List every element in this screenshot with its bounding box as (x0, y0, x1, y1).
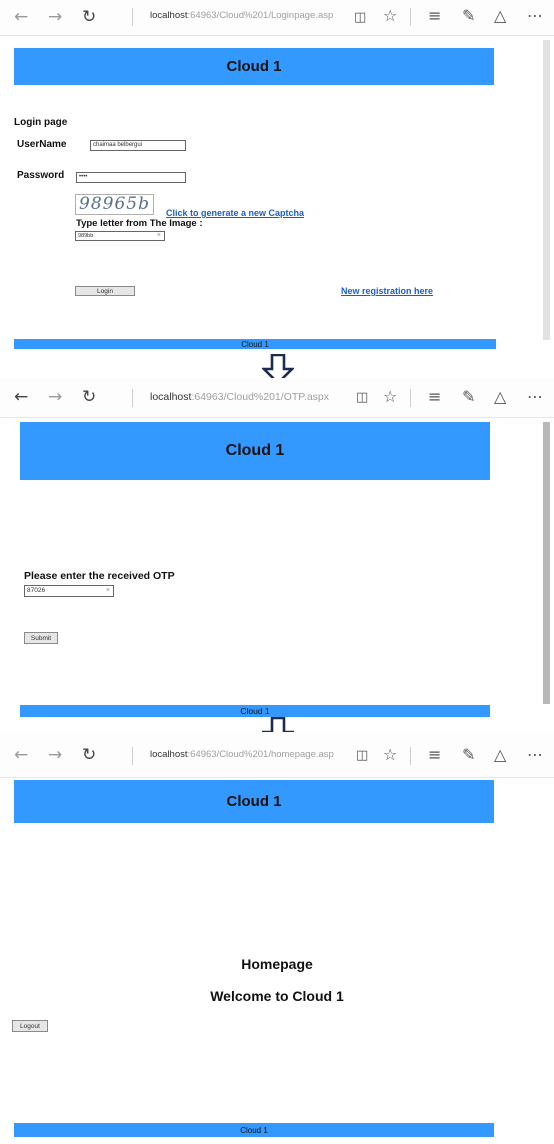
browser-toolbar: ← → ↻ localhost:64963/Cloud%201/Loginpag… (0, 0, 554, 36)
url-path: :64963/Cloud%201/Loginpage.asp (187, 10, 334, 21)
username-label: UserName (17, 139, 67, 150)
refresh-icon[interactable]: ↻ (82, 746, 96, 764)
address-bar[interactable]: localhost:64963/Cloud%201/OTP.aspx (150, 391, 329, 403)
toolbar-divider (410, 389, 411, 407)
captcha-input[interactable]: 989bb × (75, 231, 165, 241)
share-icon[interactable]: △ (494, 746, 506, 764)
pen-note-icon[interactable]: ✎ (462, 746, 475, 764)
logout-button[interactable]: Logout (12, 1020, 48, 1032)
login-screenshot: ← → ↻ localhost:64963/Cloud%201/Loginpag… (0, 0, 554, 356)
homepage-screenshot: ← → ↻ localhost:64963/Cloud%201/homepage… (0, 732, 554, 1144)
page-title: Login page (14, 117, 68, 128)
book-icon[interactable]: ◫ (356, 747, 368, 765)
back-icon[interactable]: ← (14, 388, 28, 406)
clear-icon[interactable]: × (157, 232, 161, 240)
url-host: localhost (150, 391, 192, 403)
regenerate-captcha-link[interactable]: Click to generate a new Captcha (166, 208, 304, 218)
password-label: Password (17, 170, 65, 181)
ellipsis-icon[interactable]: ⋯ (527, 746, 543, 764)
otp-screenshot: ← → ↻ localhost:64963/Cloud%201/OTP.aspx… (0, 378, 554, 718)
toolbar-divider (410, 8, 411, 26)
footer-bar: Cloud 1 (14, 1123, 494, 1137)
otp-input[interactable]: 87026 × (24, 585, 114, 597)
pen-note-icon[interactable]: ✎ (462, 388, 475, 406)
submit-button[interactable]: Submit (24, 632, 58, 644)
scrollbar[interactable] (543, 40, 550, 340)
homepage-heading: Homepage (241, 956, 313, 972)
back-icon[interactable]: ← (14, 8, 28, 26)
username-input[interactable]: chaimaa belbergui (90, 140, 186, 151)
hub-icon[interactable]: ≡ (428, 388, 441, 406)
star-icon[interactable]: ☆ (383, 7, 397, 25)
refresh-icon[interactable]: ↻ (82, 8, 96, 26)
captcha-image: 98965b (75, 194, 154, 215)
forward-icon[interactable]: → (48, 388, 62, 406)
back-icon[interactable]: ← (14, 746, 28, 764)
pen-note-icon[interactable]: ✎ (462, 7, 475, 25)
header-banner: Cloud 1 (14, 780, 494, 823)
forward-icon[interactable]: → (48, 746, 62, 764)
toolbar-divider (132, 8, 133, 26)
url-path: :64963/Cloud%201/homepage.asp (187, 749, 334, 760)
captcha-prompt: Type letter from The Image : (76, 218, 203, 229)
otp-input-value: 87026 (27, 587, 46, 594)
refresh-icon[interactable]: ↻ (82, 388, 96, 406)
share-icon[interactable]: △ (494, 388, 506, 406)
login-button[interactable]: Login (75, 286, 135, 296)
star-icon[interactable]: ☆ (383, 746, 397, 764)
captcha-input-value: 989bb (78, 233, 94, 239)
header-banner: Cloud 1 (20, 422, 490, 480)
clear-icon[interactable]: × (106, 586, 110, 596)
browser-toolbar: ← → ↻ localhost:64963/Cloud%201/OTP.aspx… (0, 378, 554, 418)
browser-toolbar: ← → ↻ localhost:64963/Cloud%201/homepage… (0, 732, 554, 778)
password-input[interactable]: •••• (76, 172, 186, 183)
ellipsis-icon[interactable]: ⋯ (527, 7, 543, 25)
welcome-message: Welcome to Cloud 1 (210, 988, 344, 1004)
toolbar-divider (132, 747, 133, 765)
address-bar[interactable]: localhost:64963/Cloud%201/Loginpage.asp (150, 10, 333, 21)
hub-icon[interactable]: ≡ (428, 746, 441, 764)
star-icon[interactable]: ☆ (383, 388, 397, 406)
ellipsis-icon[interactable]: ⋯ (527, 388, 543, 406)
toolbar-divider (132, 389, 133, 407)
scrollbar[interactable] (543, 422, 550, 704)
footer-bar: Cloud 1 (20, 705, 490, 717)
toolbar-divider (410, 747, 411, 765)
address-bar[interactable]: localhost:64963/Cloud%201/homepage.asp (150, 749, 334, 760)
new-registration-link[interactable]: New registration here (341, 286, 433, 296)
url-host: localhost (150, 10, 188, 21)
otp-prompt: Please enter the received OTP (24, 570, 175, 582)
footer-bar: Cloud 1 (14, 339, 496, 349)
hub-icon[interactable]: ≡ (428, 7, 441, 25)
book-icon[interactable]: ◫ (356, 389, 368, 407)
forward-icon[interactable]: → (48, 8, 62, 26)
share-icon[interactable]: △ (494, 7, 506, 25)
header-banner: Cloud 1 (14, 48, 494, 85)
book-icon[interactable]: ◫ (354, 9, 366, 27)
url-host: localhost (150, 749, 188, 760)
url-path: :64963/Cloud%201/OTP.aspx (191, 391, 330, 403)
